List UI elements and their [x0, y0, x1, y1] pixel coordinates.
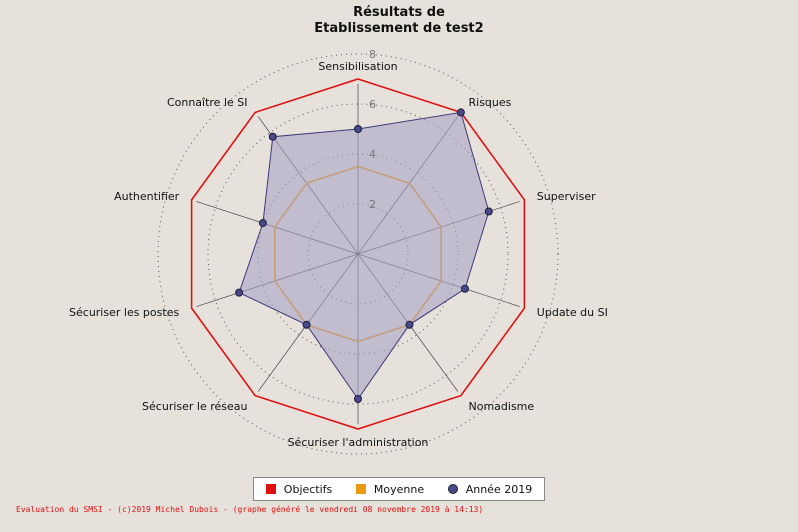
legend-item-annee-2019: Année 2019	[447, 482, 533, 496]
series-2-point-5	[354, 395, 362, 403]
category-label-1: Risques	[469, 96, 512, 109]
legend-item-objectifs: Objectifs	[265, 482, 333, 496]
category-label-5: Sécuriser l'administration	[288, 436, 429, 449]
category-label-6: Sécuriser le réseau	[142, 400, 247, 413]
series-2-point-8	[258, 219, 267, 228]
category-label-4: Nomadisme	[469, 400, 535, 413]
series-2-point-9	[268, 132, 277, 141]
legend-label-objectifs: Objectifs	[283, 482, 333, 496]
legend-swatch-objectifs	[265, 484, 276, 494]
radar-chart: Résultats de Etablissement de test2 2468…	[0, 0, 798, 532]
footer-credit: Evaluation du SMSI - (c)2019 Michel Dubo…	[16, 505, 484, 514]
legend: Objectifs Moyenne Année 2019	[253, 477, 545, 501]
series-area-2	[238, 111, 490, 400]
series-2-point-4	[405, 320, 414, 329]
series-2-point-7	[235, 288, 244, 297]
series-2-point-1	[456, 108, 465, 117]
radar-plot: 2468SensibilisationRisquesSuperviserUpda…	[69, 48, 608, 455]
category-label-2: Superviser	[537, 190, 596, 203]
series-2-point-2	[484, 207, 493, 216]
series-2-point-0	[354, 125, 362, 133]
tick-label-4: 4	[369, 148, 376, 161]
category-label-7: Sécuriser les postes	[69, 306, 179, 319]
category-label-3: Update du SI	[537, 306, 608, 319]
category-label-0: Sensibilisation	[318, 60, 397, 73]
tick-label-6: 6	[369, 98, 376, 111]
series-2-point-6	[302, 320, 311, 329]
legend-item-moyenne: Moyenne	[355, 482, 425, 496]
legend-label-moyenne: Moyenne	[373, 482, 425, 496]
category-label-8: Authentifier	[114, 190, 180, 203]
tick-label-2: 2	[369, 198, 376, 211]
legend-swatch-moyenne	[355, 484, 366, 494]
legend-label-annee-2019: Année 2019	[465, 482, 533, 496]
series-2-point-3	[460, 284, 469, 293]
category-label-9: Connaître le SI	[167, 96, 248, 109]
legend-swatch-annee-2019	[447, 484, 458, 494]
